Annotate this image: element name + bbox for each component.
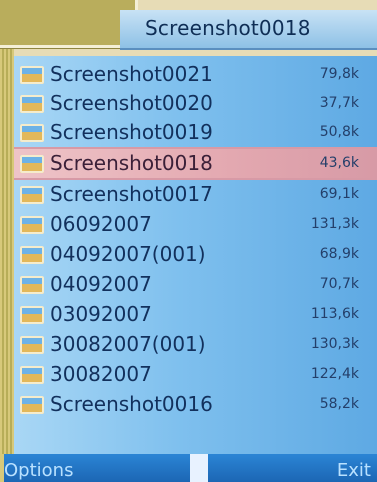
image-file-icon [20,155,44,173]
corner-tab [0,0,138,48]
file-list[interactable]: Screenshot0021 79,8k Screenshot0020 37,7… [14,56,377,454]
file-name: 04092007 [50,272,152,296]
list-item[interactable]: Screenshot0021 79,8k [14,60,377,89]
file-name: Screenshot0018 [50,151,213,175]
left-decoration [0,0,14,462]
file-name: 30082007(001) [50,332,206,356]
list-item[interactable]: Screenshot0016 58,2k [14,390,377,419]
list-item-selected[interactable]: Screenshot0018 43,6k [14,147,377,180]
image-file-icon [20,336,44,354]
list-item[interactable]: Screenshot0017 69,1k [14,180,377,209]
left-decoration-bottom [0,454,4,482]
image-file-icon [20,366,44,384]
file-size: 58,2k [319,396,359,412]
list-item[interactable]: Screenshot0020 37,7k [14,89,377,118]
file-name: 30082007 [50,362,152,386]
file-size: 43,6k [319,155,359,171]
file-name: 06092007 [50,212,152,236]
image-file-icon [20,396,44,414]
file-size: 122,4k [310,366,359,382]
list-item[interactable]: 04092007 70,7k [14,270,377,299]
file-name: 03092007 [50,302,152,326]
file-size: 70,7k [319,276,359,292]
list-item[interactable]: 04092007(001) 68,9k [14,240,377,269]
file-name: Screenshot0016 [50,392,213,416]
file-size: 130,3k [310,336,359,352]
file-size: 79,8k [319,66,359,82]
file-name: Screenshot0020 [50,91,213,115]
image-file-icon [20,124,44,142]
file-name: 04092007(001) [50,242,206,266]
softkey-divider [190,454,208,482]
list-item[interactable]: Screenshot0019 50,8k [14,118,377,147]
image-file-icon [20,216,44,234]
image-file-icon [20,95,44,113]
list-item[interactable]: 30082007(001) 130,3k [14,330,377,359]
options-softkey[interactable]: Options [4,460,73,481]
softkey-bar: Options Exit [0,454,377,482]
image-file-icon [20,276,44,294]
file-name: Screenshot0019 [50,120,213,144]
file-name: Screenshot0017 [50,182,213,206]
file-size: 68,9k [319,246,359,262]
file-size: 69,1k [319,186,359,202]
file-size: 37,7k [319,95,359,111]
file-size: 113,6k [310,306,359,322]
image-file-icon [20,186,44,204]
exit-softkey[interactable]: Exit [337,460,371,481]
window-title: Screenshot0018 [145,16,311,40]
file-name: Screenshot0021 [50,62,213,86]
image-file-icon [20,66,44,84]
image-file-icon [20,306,44,324]
list-item[interactable]: 06092007 131,3k [14,210,377,239]
file-size: 131,3k [310,216,359,232]
list-item[interactable]: 30082007 122,4k [14,360,377,389]
title-bar: Screenshot0018 [120,10,377,50]
image-file-icon [20,246,44,264]
list-item[interactable]: 03092007 113,6k [14,300,377,329]
file-size: 50,8k [319,124,359,140]
